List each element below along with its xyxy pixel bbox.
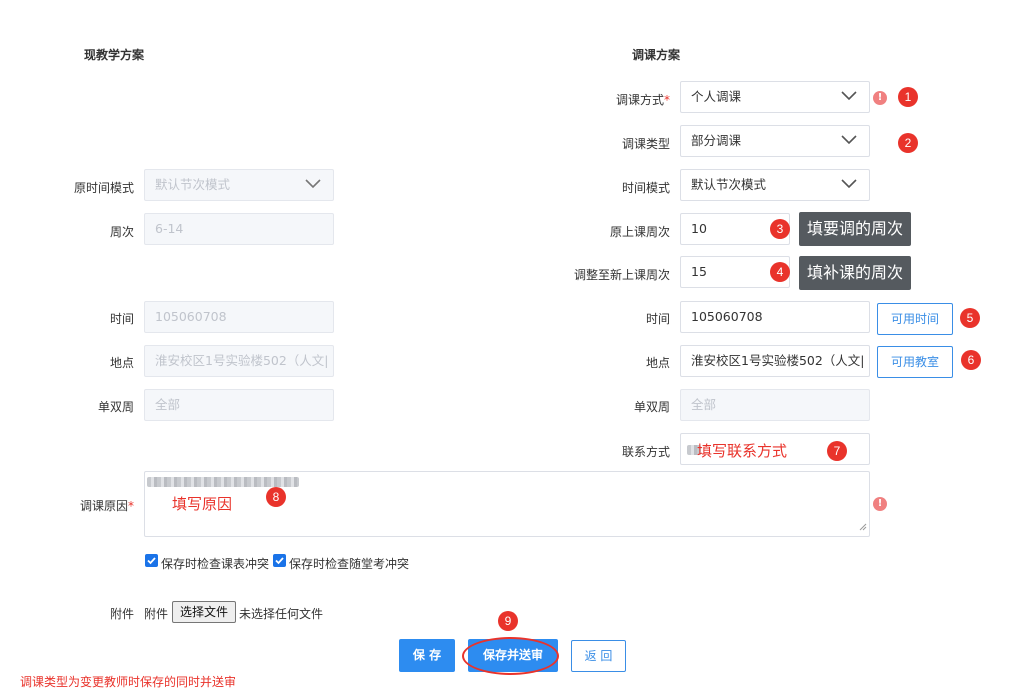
available-time-button[interactable]: 可用时间 bbox=[877, 303, 953, 335]
orig-time-field: 105060708 bbox=[144, 301, 334, 333]
type-label: 调课类型 bbox=[621, 137, 670, 151]
contact-label: 联系方式 bbox=[621, 445, 670, 459]
reason-textarea[interactable] bbox=[144, 471, 870, 537]
contact-hint: 填写联系方式 bbox=[697, 442, 788, 460]
footer-note: 调课类型为变更教师时保存的同时并送审 bbox=[20, 675, 237, 689]
attachment-label: 附件 bbox=[109, 607, 134, 621]
available-room-button[interactable]: 可用教室 bbox=[877, 346, 953, 378]
orig-time-label: 时间 bbox=[109, 312, 134, 326]
save-button[interactable]: 保 存 bbox=[399, 639, 455, 672]
current-plan-title: 现教学方案 bbox=[84, 48, 145, 62]
check-schedule-conflict-label: 保存时检查课表冲突 bbox=[161, 557, 270, 571]
time-label: 时间 bbox=[645, 312, 670, 326]
highlight-circle bbox=[462, 637, 559, 675]
check-exam-conflict-label: 保存时检查随堂考冲突 bbox=[289, 557, 410, 571]
tooltip-new-week: 填补课的周次 bbox=[799, 256, 912, 290]
annotation-badge-6: 6 bbox=[961, 350, 981, 370]
warning-icon: ! bbox=[873, 91, 887, 105]
check-schedule-conflict-checkbox[interactable] bbox=[145, 554, 158, 567]
annotation-badge-4: 4 bbox=[770, 262, 790, 282]
method-value: 个人调课 bbox=[691, 89, 742, 104]
time-input[interactable]: 105060708 bbox=[680, 301, 870, 333]
chevron-down-icon bbox=[841, 91, 857, 103]
annotation-badge-8: 8 bbox=[266, 487, 286, 507]
type-select[interactable]: 部分调课 bbox=[680, 125, 870, 157]
orig-time-mode-select: 默认节次模式 bbox=[144, 169, 334, 201]
orig-location-label: 地点 bbox=[109, 356, 134, 370]
annotation-badge-9: 9 bbox=[498, 611, 518, 631]
blurred-reason bbox=[147, 477, 299, 487]
orig-odd-even-label: 单双周 bbox=[97, 400, 134, 414]
orig-week-range-field: 6-14 bbox=[144, 213, 334, 245]
orig-location-field: 淮安校区1号实验楼502（人文| bbox=[144, 345, 334, 377]
adjust-plan-title: 调课方案 bbox=[632, 48, 681, 62]
type-value: 部分调课 bbox=[691, 133, 742, 148]
annotation-badge-3: 3 bbox=[770, 219, 790, 239]
tooltip-week: 填要调的周次 bbox=[799, 212, 912, 246]
location-input[interactable]: 淮安校区1号实验楼502（人文| bbox=[680, 345, 870, 377]
chevron-down-icon bbox=[841, 179, 857, 191]
file-status: 未选择任何文件 bbox=[239, 607, 324, 621]
odd-even-field: 全部 bbox=[680, 389, 870, 421]
resize-handle-icon[interactable] bbox=[859, 520, 867, 534]
orig-odd-even-field: 全部 bbox=[144, 389, 334, 421]
attachment-inner-label: 附件 bbox=[144, 607, 169, 621]
chevron-down-icon bbox=[841, 135, 857, 147]
time-mode-select[interactable]: 默认节次模式 bbox=[680, 169, 870, 201]
reason-label: 调课原因* bbox=[79, 499, 134, 513]
method-label: 调课方式* bbox=[615, 93, 670, 107]
annotation-badge-5: 5 bbox=[960, 308, 980, 328]
time-mode-label: 时间模式 bbox=[621, 181, 670, 195]
chevron-down-icon bbox=[305, 179, 321, 191]
location-label: 地点 bbox=[645, 356, 670, 370]
odd-even-label: 单双周 bbox=[633, 400, 670, 414]
annotation-badge-7: 7 bbox=[827, 441, 847, 461]
orig-time-mode-label: 原时间模式 bbox=[73, 181, 134, 195]
annotation-badge-2: 2 bbox=[898, 133, 918, 153]
check-exam-conflict-checkbox[interactable] bbox=[273, 554, 286, 567]
back-button[interactable]: 返 回 bbox=[571, 640, 626, 672]
reason-hint: 填写原因 bbox=[172, 495, 233, 513]
new-week-label: 调整至新上课周次 bbox=[573, 268, 670, 282]
choose-file-button[interactable]: 选择文件 bbox=[172, 601, 236, 623]
annotation-badge-1: 1 bbox=[898, 87, 918, 107]
orig-week-label: 原上课周次 bbox=[609, 225, 670, 239]
orig-week-range-label: 周次 bbox=[109, 225, 134, 239]
warning-icon: ! bbox=[873, 497, 887, 511]
time-mode-value: 默认节次模式 bbox=[691, 177, 767, 192]
method-select[interactable]: 个人调课 bbox=[680, 81, 870, 113]
orig-time-mode-value: 默认节次模式 bbox=[155, 177, 231, 192]
